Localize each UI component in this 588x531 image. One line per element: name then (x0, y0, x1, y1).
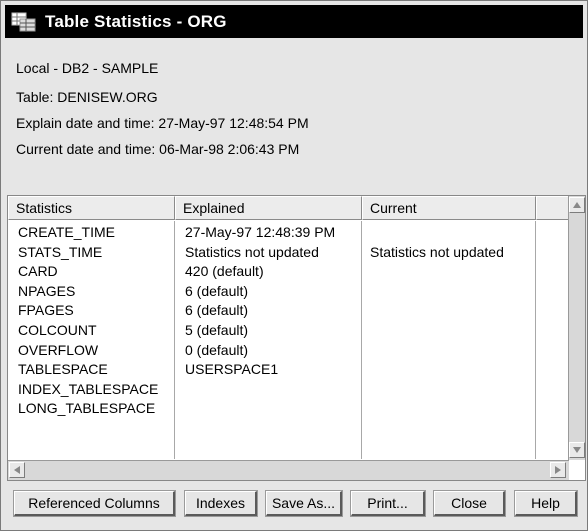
table-statistics-icon (11, 12, 36, 31)
table-cell: Statistics not updated (185, 243, 319, 260)
scroll-up-button[interactable] (569, 197, 585, 213)
column-header-explained[interactable]: Explained (175, 196, 362, 220)
column-divider (535, 221, 536, 459)
current-datetime-label: Current date and time: 06-Mar-98 2:06:43… (16, 141, 300, 157)
vertical-scrollbar[interactable] (568, 196, 585, 460)
arrow-left-icon (14, 466, 20, 474)
table-cell: 6 (default) (185, 282, 249, 299)
statistics-table: Statistics Explained Current CREATE_TIME… (7, 195, 586, 481)
arrow-down-icon (573, 447, 581, 453)
statistics-column: CREATE_TIME STATS_TIME CARD NPAGES FPAGES COL… (18, 223, 158, 419)
table-cell: 6 (default) (185, 302, 249, 319)
table-statistics-window: Table Statistics - ORG Local - DB2 - SAM… (0, 0, 588, 531)
table-cell: CARD (18, 263, 58, 280)
current-column: Statistics not updated (370, 223, 504, 419)
horizontal-scrollbar[interactable] (8, 460, 569, 480)
table-cell: TABLESPACE (18, 361, 108, 378)
table-name-label: Table: DENISEW.ORG (16, 89, 158, 105)
table-cell: USERSPACE1 (185, 361, 279, 378)
arrow-right-icon (555, 466, 561, 474)
column-header-current[interactable]: Current (362, 196, 536, 220)
table-cell (370, 341, 504, 361)
scroll-right-button[interactable] (550, 462, 566, 478)
column-header-statistics[interactable]: Statistics (8, 196, 175, 220)
save-as-button[interactable]: Save As... (265, 490, 343, 517)
help-button[interactable]: Help (514, 490, 578, 517)
location-label: Local - DB2 - SAMPLE (16, 60, 159, 76)
table-cell (370, 360, 504, 380)
print-button[interactable]: Print... (350, 490, 426, 517)
table-cell: FPAGES (18, 302, 74, 319)
column-divider (174, 221, 175, 459)
scroll-left-button[interactable] (9, 462, 25, 478)
column-header-filler (536, 196, 569, 220)
table-cell: OVERFLOW (18, 341, 99, 358)
scroll-down-button[interactable] (569, 442, 585, 458)
table-cell (185, 380, 335, 400)
explained-column: 27-May-97 12:48:39 PM Statistics not upda… (185, 223, 335, 419)
table-cell: NPAGES (18, 282, 76, 299)
table-cell (370, 380, 504, 400)
table-cell (370, 223, 504, 243)
table-cell (370, 321, 504, 341)
close-button[interactable]: Close (433, 490, 506, 517)
table-cell: INDEX_TABLESPACE (18, 380, 159, 397)
table-cell (370, 262, 504, 282)
window-title: Table Statistics - ORG (45, 11, 227, 31)
table-cell (370, 399, 504, 419)
table-cell: Statistics not updated (370, 243, 504, 260)
table-header: Statistics Explained Current (8, 196, 569, 221)
table-cell (370, 282, 504, 302)
table-cell: 0 (default) (185, 341, 249, 358)
table-cell (185, 399, 335, 419)
table-cell: STATS_TIME (18, 243, 103, 260)
indexes-button[interactable]: Indexes (184, 490, 258, 517)
table-cell: 5 (default) (185, 321, 249, 338)
column-divider (361, 221, 362, 459)
title-bar: Table Statistics - ORG (5, 5, 583, 38)
table-cell: 420 (default) (185, 263, 264, 280)
table-cell: COLCOUNT (18, 321, 97, 338)
referenced-columns-button[interactable]: Referenced Columns (13, 490, 176, 517)
table-cell: CREATE_TIME (18, 224, 115, 240)
explain-datetime-label: Explain date and time: 27-May-97 12:48:5… (16, 115, 309, 131)
table-cell: 27-May-97 12:48:39 PM (185, 224, 336, 240)
table-cell: LONG_TABLESPACE (18, 400, 156, 417)
table-cell (370, 301, 504, 321)
arrow-up-icon (573, 202, 581, 208)
